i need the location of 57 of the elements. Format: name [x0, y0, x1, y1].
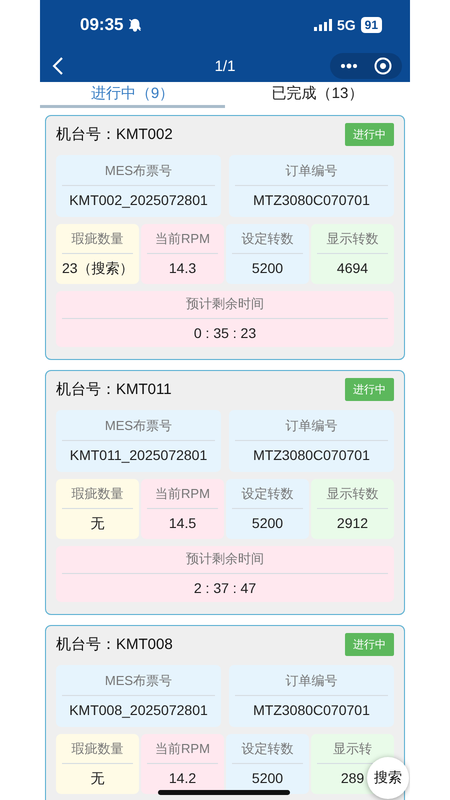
field-value: 无	[90, 515, 104, 531]
field-label: 瑕疵数量	[72, 486, 124, 501]
field-value: KMT011_2025072801	[70, 447, 208, 463]
more-icon[interactable]	[340, 63, 358, 69]
field-label: 预计剩余时间	[186, 551, 264, 566]
field-label: 预计剩余时间	[186, 296, 264, 311]
field-label: 设定转数	[242, 486, 294, 501]
field-value: MTZ3080C070701	[253, 702, 370, 718]
field-value: 0 : 35 : 23	[194, 325, 256, 341]
machine-number: 机台号：KMT008	[56, 634, 173, 654]
field-label: 订单编号	[286, 673, 338, 688]
field-value: 14.5	[168, 515, 196, 531]
field-value: 2912	[336, 515, 368, 531]
field-label: 显示转数	[326, 231, 378, 246]
field-value: 5200	[252, 770, 284, 786]
page-title: 1/1	[214, 58, 236, 74]
back-button[interactable]	[52, 56, 64, 76]
field-value: 14.3	[168, 260, 196, 276]
field-value: 14.2	[168, 770, 196, 786]
status-time: 09:35	[80, 15, 124, 35]
muted-bell-icon	[128, 18, 142, 32]
field-value: 23（搜索）	[62, 260, 134, 276]
machine-number: 机台号：KMT011	[56, 380, 172, 398]
field-value: KMT002_2025072801	[69, 192, 208, 208]
field-label: 订单编号	[286, 418, 338, 433]
field-label: MES布票号	[104, 418, 172, 433]
field-value: MTZ3080C070701	[253, 447, 370, 463]
field-label: 当前RPM	[155, 231, 210, 246]
field-value: MTZ3080C070701	[253, 192, 370, 208]
battery-level: 91	[360, 17, 382, 33]
field-label: 当前RPM	[155, 741, 210, 756]
signal-icon	[314, 19, 332, 31]
status-badge: 进行中	[345, 378, 394, 400]
field-label: MES布票号	[104, 673, 172, 688]
field-value: 5200	[252, 515, 284, 531]
field-label: 瑕疵数量	[72, 231, 124, 246]
field-label: 设定转数	[242, 741, 294, 756]
machine-number: 机台号：KMT002	[56, 124, 173, 144]
field-value: 5200	[252, 260, 284, 276]
field-label: 当前RPM	[155, 486, 210, 501]
field-value: 289	[340, 770, 364, 786]
field-value: 4694	[336, 260, 368, 276]
field-label: 订单编号	[286, 163, 338, 178]
tab[interactable]: 进行中（9）	[40, 82, 225, 108]
status-badge: 进行中	[345, 122, 394, 146]
network-label: 5G	[336, 17, 356, 33]
field-label: 设定转数	[242, 231, 294, 246]
field-value: 无	[90, 770, 104, 786]
field-value: KMT008_2025072801	[69, 702, 208, 718]
field-label: 显示转数	[326, 486, 378, 501]
close-icon[interactable]	[374, 57, 392, 75]
field-label: 瑕疵数量	[72, 741, 124, 756]
tab[interactable]: 已完成（13）	[225, 82, 410, 108]
status-badge: 进行中	[345, 632, 394, 656]
field-label: 显示转	[333, 741, 372, 756]
field-value: 2 : 37 : 47	[194, 580, 256, 596]
field-label: MES布票号	[104, 163, 172, 178]
